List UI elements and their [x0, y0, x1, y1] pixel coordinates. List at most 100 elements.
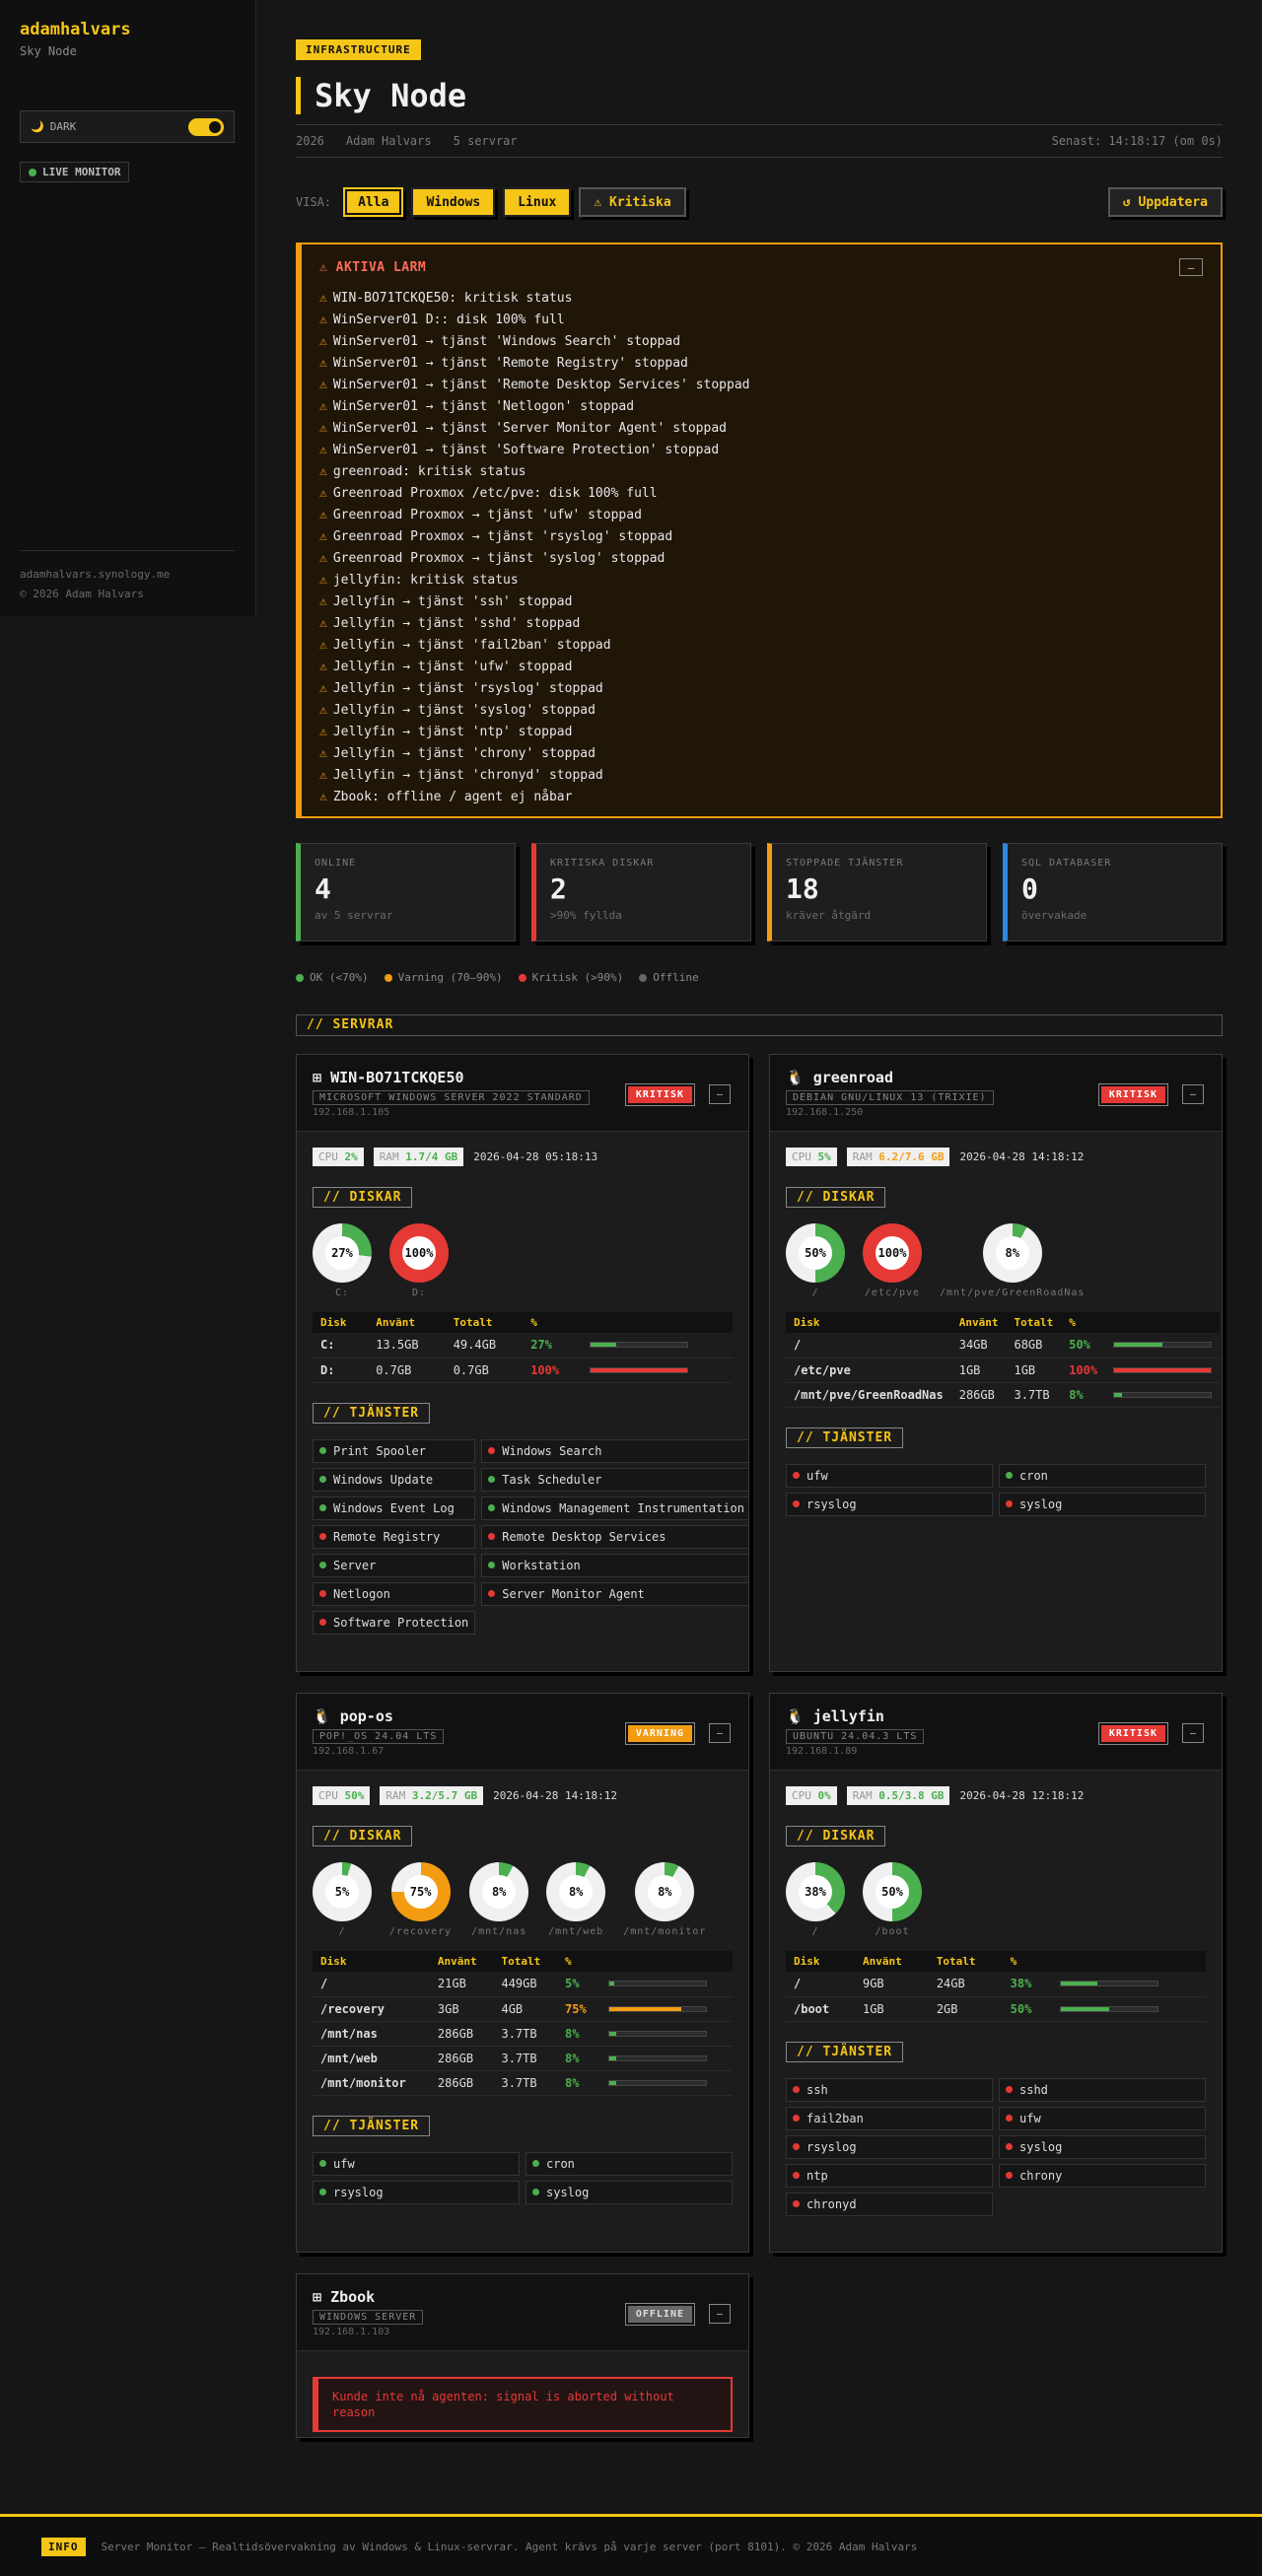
service-item: rsyslog [786, 2134, 993, 2159]
disk-table: Disk Använt Totalt%/9GB 24GB 38%/boot 1GB 2GB 5… [786, 1951, 1206, 2022]
theme-toggle[interactable]: 🌙 DARK [20, 110, 235, 143]
timestamp: 2026-04-28 14:18:12 [959, 1149, 1085, 1163]
alarm-item: ⚠ WinServer01 D:: disk 100% full [319, 310, 749, 331]
donut-label: /mnt/pve/GreenRoadNas [940, 1288, 1086, 1298]
column-header: Totalt [928, 1951, 1003, 1972]
usage-bar-fill [608, 2006, 682, 2011]
metrics-row: CPU 5% RAM 6.2/7.6 GB 2026-04-28 14:18:12 [786, 1146, 1206, 1167]
disk-used: 286GB [429, 2070, 494, 2096]
filter-linux-button[interactable]: Linux [503, 187, 572, 217]
donut-label: /mnt/monitor [623, 1926, 707, 1937]
collapse-button[interactable]: – [1182, 1084, 1204, 1104]
server-card-header: 🐧 greenroad DEBIAN GNU/LINUX 13 (TRIXIE) 1… [770, 1055, 1222, 1132]
filter-windows-button[interactable]: Windows [411, 187, 496, 217]
server-os: DEBIAN GNU/LINUX 13 (TRIXIE) [786, 1090, 994, 1105]
donut-percent: 8% [559, 1875, 594, 1909]
error-message: Kunde inte nå agenten: signal is aborted… [313, 2377, 733, 2432]
usage-bar-fill [1061, 1982, 1098, 1986]
cpu-label: CPU [792, 1149, 818, 1163]
server-card-body: CPU 0% RAM 0.5/3.8 GB 2026-04-28 12:18:12 /… [770, 1771, 1222, 2230]
stopped-dot-icon [319, 1533, 326, 1540]
services-heading: // TJÄNSTER [313, 1402, 431, 1424]
collapse-button[interactable]: – [709, 2304, 731, 2324]
filter-critical-button[interactable]: ⚠ Kritiska [579, 187, 686, 217]
collapse-button[interactable]: – [709, 1723, 731, 1743]
disk-donut: 8% /mnt/monitor [623, 1862, 706, 1937]
disk-bar-cell [581, 1358, 733, 1383]
disks-heading: // DISKAR [313, 1187, 413, 1208]
donut-ring: 50% [863, 1862, 922, 1921]
service-item: Server [313, 1553, 476, 1577]
donut-ring: 8% [469, 1862, 529, 1921]
disk-total: 3.7TB [493, 2046, 558, 2071]
alarm-text: Jellyfin → tjänst 'rsyslog' stoppad [332, 681, 603, 696]
theme-switch[interactable] [188, 117, 224, 136]
cpu-chip: CPU 5% [786, 1147, 837, 1166]
disk-percent: 8% [557, 2046, 600, 2071]
table-row: /etc/pve 1GB 1GB 100% [786, 1358, 1221, 1383]
stat-value: 0 [1021, 872, 1038, 905]
ram-value: 0.5/3.8 GB [878, 1788, 945, 1802]
legend-offline: Offline [639, 971, 699, 984]
usage-bar [589, 1366, 688, 1373]
table-row: /mnt/monitor 286GB 3.7TB 8% [313, 2070, 733, 2096]
server-os: MICROSOFT WINDOWS SERVER 2022 STANDARD [313, 1090, 590, 1105]
service-item: Print Spooler [313, 1438, 476, 1463]
server-card-header: ⊞ WIN-BO71TCKQE50 MICROSOFT WINDOWS SERVE… [297, 1055, 748, 1132]
stopped-dot-icon [1006, 2115, 1013, 2122]
donut-percent: 50% [799, 1236, 832, 1270]
disk-percent: 5% [557, 1972, 600, 1997]
disk-bar-cell [1105, 1333, 1221, 1358]
disk-percent: 8% [1061, 1382, 1106, 1408]
windows-icon: ⊞ [313, 1069, 331, 1086]
stat-label: KRITISKA DISKAR [550, 858, 655, 869]
disk-bar-cell [581, 1333, 733, 1358]
usage-bar-fill [608, 2031, 617, 2036]
moon-icon: 🌙 [31, 120, 44, 133]
services-grid: ufw cron rsyslog syslog [313, 2151, 733, 2204]
alarm-list: ⚠ WIN-BO71TCKQE50: kritisk status ⚠ WinServ… [319, 288, 749, 808]
alarm-text: WinServer01 → tjänst 'Server Monitor Age… [332, 421, 727, 436]
disk-donut: 27% C: [313, 1223, 372, 1298]
alarm-item: ⚠ Jellyfin → tjänst 'rsyslog' stoppad [319, 678, 749, 700]
disk-percent: 50% [1002, 1996, 1053, 2022]
table-row: /9GB 24GB 38% [786, 1972, 1206, 1997]
refresh-button[interactable]: ↺ Uppdatera [1107, 187, 1223, 217]
disk-total: 4GB [493, 1996, 558, 2022]
services-grid: Print Spooler Windows Search Windows Updat… [313, 1438, 748, 1635]
table-row: C: 13.5GB 49.4GB 27% [313, 1333, 733, 1358]
usage-bar-fill [1114, 1343, 1163, 1348]
service-name: Server [333, 1558, 377, 1572]
alarms-collapse-button[interactable]: – [1179, 258, 1203, 276]
disk-donut: 8% /mnt/web [546, 1862, 606, 1937]
usage-bar [607, 2054, 707, 2061]
alarm-text: WinServer01 → tjänst 'Netlogon' stoppad [332, 399, 635, 414]
brand-name[interactable]: adamhalvars [20, 20, 131, 39]
service-name: syslog [1019, 1497, 1063, 1511]
live-label: LIVE MONITOR [42, 166, 121, 178]
server-card-header: ⊞ Zbook WINDOWS SERVER 192.168.1.103 OFFLIN… [297, 2274, 748, 2351]
footer-link[interactable]: adamhalvars.synology.me [20, 565, 235, 585]
disk-donuts: 50% / 100% /etc/pve 8% /mnt/pve/GreenRoadNas [786, 1223, 1206, 1298]
server-card: 🐧 jellyfin UBUNTU 24.04.3 LTS 192.168.1.89… [769, 1693, 1223, 2253]
stopped-dot-icon [1006, 2172, 1013, 2179]
linux-icon: 🐧 [786, 1069, 813, 1086]
service-item: cron [999, 1463, 1206, 1488]
disk-donuts: 5% / 75% /recovery 8% /mnt/nas 8% /mnt/web 8% /mn… [313, 1862, 733, 1937]
collapse-button[interactable]: – [1182, 1723, 1204, 1743]
service-name: Server Monitor Agent [502, 1586, 645, 1601]
collapse-button[interactable]: – [709, 1084, 731, 1104]
donut-label: / [811, 1926, 819, 1937]
filter-label: VISA: [296, 195, 332, 209]
filter-all-button[interactable]: Alla [343, 187, 404, 217]
usage-bar [1113, 1366, 1213, 1373]
warning-icon: ⚠ [319, 334, 327, 349]
running-dot-icon [319, 2189, 326, 2195]
table-row: /21GB 449GB 5% [313, 1972, 733, 1997]
alarm-text: Zbook: offline / agent ej nåbar [332, 790, 573, 804]
stat-subtitle: övervakade [1021, 909, 1087, 922]
stopped-dot-icon [319, 1619, 326, 1626]
donut-ring: 50% [786, 1223, 845, 1283]
warning-icon: ⚠ [319, 551, 327, 566]
disk-used: 3GB [429, 1996, 494, 2022]
